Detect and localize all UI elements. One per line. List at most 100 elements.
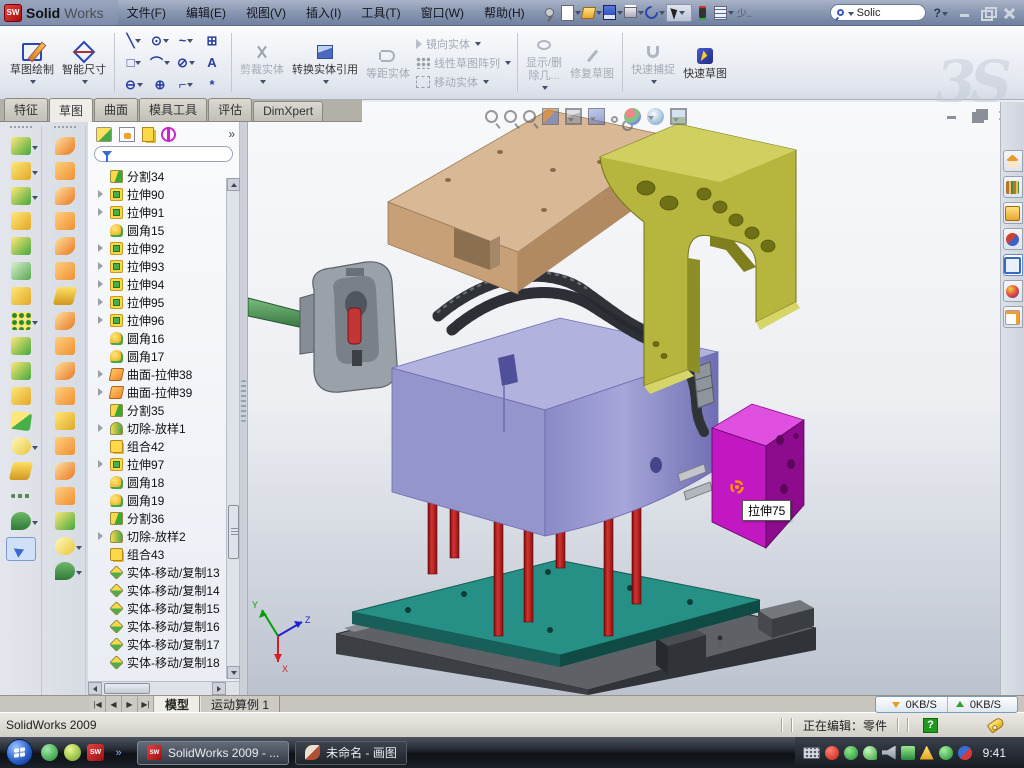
minimize-button[interactable] [958,7,972,19]
scroll-thumb-h[interactable] [104,683,150,694]
clock[interactable]: 9:41 [977,746,1016,760]
tab-evaluate[interactable]: 评估 [208,98,252,121]
feature-tree-item[interactable]: 拉伸94 [88,275,239,293]
last-tab-button[interactable]: ▶| [138,696,154,712]
feature-tree-item[interactable]: 实体-移动/复制18 [88,653,239,671]
helix-icon[interactable] [11,512,31,530]
expand-arrow-icon[interactable] [98,244,106,252]
centerline-icon[interactable] [11,494,31,498]
feature-tree-item[interactable]: 实体-移动/复制17 [88,635,239,653]
expand-arrow-icon[interactable] [98,658,106,666]
panel-expand-icon[interactable]: » [228,127,235,142]
expand-arrow-icon[interactable] [98,622,106,630]
expand-arrow-icon[interactable] [98,280,106,288]
solidworks-launcher-icon[interactable]: SW [87,744,104,761]
smart-dimension-button[interactable]: 智能尺寸 [58,29,110,96]
untrim-surface-icon[interactable] [55,437,75,455]
shield-icon[interactable] [844,746,858,760]
expand-arrow-icon[interactable] [98,550,106,558]
reference-point-icon[interactable] [11,437,31,455]
quick-tips-icon[interactable]: ? [923,718,938,733]
menu-window[interactable]: 窗口(W) [412,1,473,24]
sprue-bushing-part[interactable] [300,262,397,392]
menu-file[interactable]: 文件(F) [118,1,175,24]
restore-button[interactable] [980,7,994,19]
start-button[interactable] [6,739,33,766]
feature-tree-item[interactable]: 实体-移动/复制14 [88,581,239,599]
taskbar-button-paint[interactable]: 未命名 - 画图 [295,741,407,765]
expand-arrow-icon[interactable] [98,334,106,342]
scroll-thumb[interactable] [228,505,239,559]
appearances-scenes-icon[interactable] [1003,280,1023,302]
next-tab-button[interactable]: ▶ [122,696,138,712]
solidworks-resources-icon[interactable] [1003,150,1023,172]
feature-tree-item[interactable]: 曲面-拉伸39 [88,383,239,401]
split-icon[interactable] [11,362,31,380]
scroll-left-icon[interactable] [88,682,102,695]
feature-tree-item[interactable]: 实体-移动/复制13 [88,563,239,581]
expand-arrow-icon[interactable] [98,496,106,504]
extruded-cut-icon[interactable] [11,162,31,180]
trim-surface-icon[interactable] [55,412,75,430]
feature-tree-item[interactable]: 分割34 [88,167,239,185]
spline-tool-icon[interactable] [55,562,75,580]
messenger-icon[interactable] [41,744,58,761]
reference-point-icon[interactable] [55,537,75,555]
view-settings-icon[interactable] [670,108,687,125]
new-document-icon[interactable] [561,4,581,22]
side-block-part[interactable] [712,404,804,548]
keyboard-icon[interactable] [803,747,820,759]
custom-properties-icon[interactable] [1003,306,1023,328]
volume-icon[interactable] [882,746,896,760]
defender-icon[interactable] [939,746,953,760]
taskbar-button-solidworks[interactable]: SW SolidWorks 2009 - ... [137,741,289,765]
dimxpertmanager-tab-icon[interactable] [161,127,176,142]
tab-dimxpert[interactable]: DimXpert [253,101,323,121]
zoom-to-area-icon[interactable] [504,110,517,123]
undo-icon[interactable] [645,4,665,22]
expand-arrow-icon[interactable] [98,478,106,486]
network-status-icon[interactable] [901,746,915,760]
prev-tab-button[interactable]: ◀ [106,696,122,712]
spline-icon[interactable]: ~ [173,30,199,52]
expand-arrow-icon[interactable] [98,406,106,414]
expand-arrow-icon[interactable] [98,298,106,306]
circle-icon[interactable]: ⊙ [147,30,173,52]
expand-arrow-icon[interactable] [98,604,106,612]
menu-view[interactable]: 视图(V) [237,1,295,24]
sketch-fillet-icon[interactable]: ⌐ [173,74,199,96]
expand-arrow-icon[interactable] [98,586,106,594]
shell-icon[interactable] [11,237,31,255]
feature-tree-item[interactable]: 圆角16 [88,329,239,347]
offset-surface-icon[interactable] [55,312,75,330]
expand-arrow-icon[interactable] [98,532,106,540]
save-icon[interactable] [603,4,623,22]
design-library-icon[interactable] [1003,176,1023,198]
point-icon[interactable]: * [199,74,225,96]
tab-sketch[interactable]: 草图 [49,98,93,122]
search-dropdown-icon[interactable] [847,4,854,22]
edit-appearance-icon[interactable] [624,108,641,125]
scroll-down-icon[interactable] [227,666,240,679]
section-view-icon[interactable] [542,108,559,125]
offset-entities-button[interactable]: 等距实体 [362,29,414,96]
pattern-icon[interactable] [11,312,31,330]
loft-icon[interactable] [11,212,31,230]
solidworks-search-icon[interactable] [1003,228,1023,250]
fillet-icon[interactable] [11,187,31,205]
draft-icon[interactable] [11,262,31,280]
tag-icon[interactable] [987,716,1006,733]
feature-tree-item[interactable]: 圆角15 [88,221,239,239]
sync-icon[interactable] [958,746,972,760]
filled-surface-icon[interactable] [55,237,75,255]
apply-scene-icon[interactable] [647,108,664,125]
expand-arrow-icon[interactable] [98,226,106,234]
feature-tree-item[interactable]: 拉伸90 [88,185,239,203]
view-palette-icon[interactable] [1003,254,1023,276]
sketch-text-icon[interactable]: A [199,52,225,74]
expand-arrow-icon[interactable] [98,172,106,180]
menu-tools[interactable]: 工具(T) [352,1,409,24]
feature-tree-item[interactable]: 组合43 [88,545,239,563]
expand-arrow-icon[interactable] [98,514,106,522]
tree-filter-input[interactable] [94,146,233,162]
